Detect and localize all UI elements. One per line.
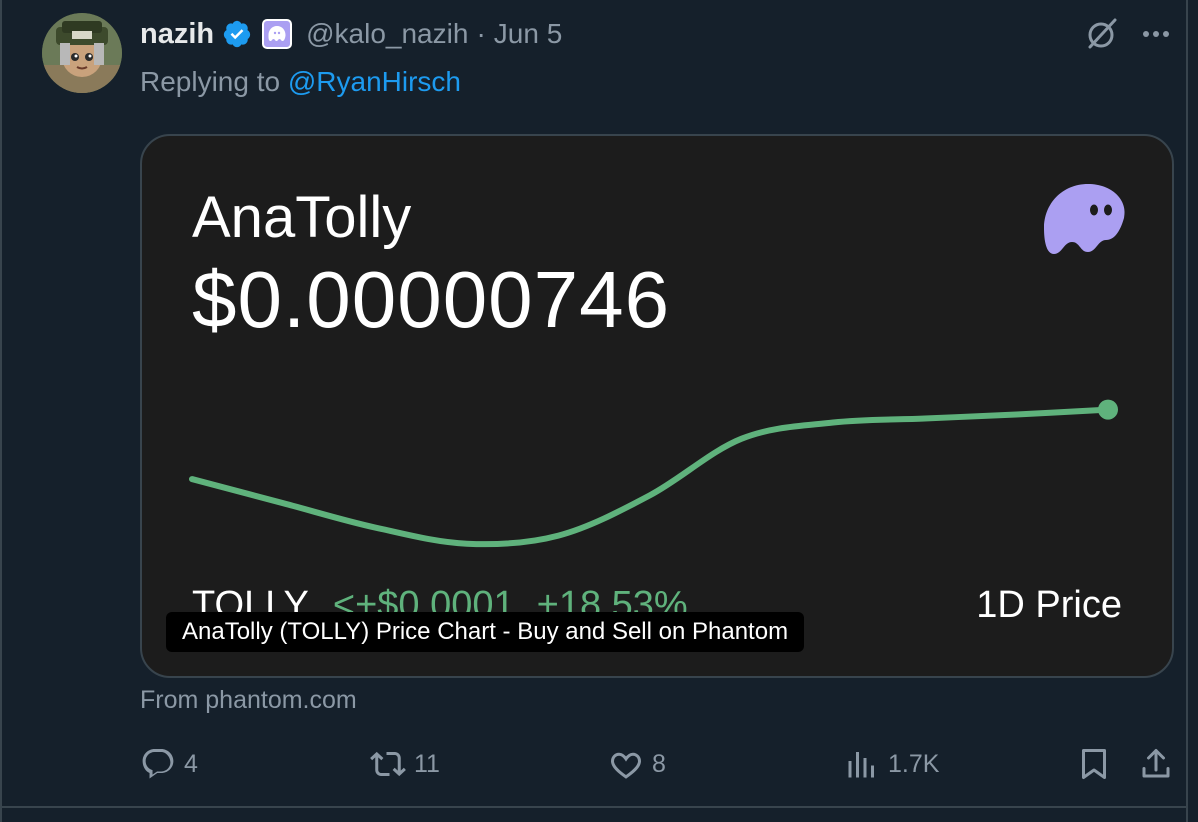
views-button[interactable]: 1.7K xyxy=(844,742,939,786)
avatar[interactable] xyxy=(42,13,122,93)
tweet[interactable]: nazih @kalo_nazih · Jun 5 Replying to @R… xyxy=(0,0,1198,822)
phantom-ghost-glyph xyxy=(268,26,286,41)
card-source[interactable]: From phantom.com xyxy=(140,686,357,715)
view-count: 1.7K xyxy=(888,749,940,778)
bookmark-button[interactable] xyxy=(1076,742,1112,786)
like-button[interactable]: 8 xyxy=(608,742,666,786)
reply-count: 4 xyxy=(184,749,198,778)
share-icon xyxy=(1142,749,1170,778)
post-date[interactable]: Jun 5 xyxy=(494,18,563,50)
grok-icon[interactable] xyxy=(1084,16,1120,52)
bookmark-icon xyxy=(1082,749,1106,779)
replying-to-link[interactable]: @RyanHirsch xyxy=(288,66,461,97)
tweet-header: nazih @kalo_nazih · Jun 5 xyxy=(140,14,562,54)
reply-icon xyxy=(142,749,174,779)
replying-prefix: Replying to xyxy=(140,66,288,97)
repost-count: 11 xyxy=(414,749,440,778)
like-count: 8 xyxy=(652,749,666,778)
views-icon xyxy=(848,752,874,778)
timeline-divider-right xyxy=(1186,0,1188,822)
timeline-divider-left xyxy=(0,0,2,822)
repost-icon xyxy=(370,751,406,777)
avatar-image xyxy=(42,13,122,93)
more-dot xyxy=(1143,31,1149,37)
header-separator: · xyxy=(476,18,486,49)
chart-period: 1D Price xyxy=(976,583,1122,626)
verified-badge-icon xyxy=(223,20,251,48)
card-caption[interactable]: AnaTolly (TOLLY) Price Chart - Buy and S… xyxy=(166,612,805,652)
repost-button[interactable]: 11 xyxy=(370,742,440,786)
link-preview-card[interactable]: AnaTolly $0.00000746 TOLLY <+$0.0001 +18… xyxy=(140,134,1174,678)
reply-button[interactable]: 4 xyxy=(140,742,198,786)
phantom-ghost-icon[interactable] xyxy=(262,19,293,49)
price-endpoint-marker xyxy=(1098,399,1118,420)
price-line xyxy=(189,406,1111,548)
more-dot xyxy=(1163,31,1169,37)
more-dot xyxy=(1153,31,1159,37)
author-name[interactable]: nazih xyxy=(140,18,214,51)
heart-icon xyxy=(610,752,642,779)
action-bar: 4 11 8 1.7K xyxy=(140,742,1180,786)
replying-to: Replying to @RyanHirsch xyxy=(140,66,461,98)
author-handle[interactable]: @kalo_nazih xyxy=(306,18,468,50)
more-icon[interactable] xyxy=(1138,18,1174,50)
share-button[interactable] xyxy=(1138,742,1174,786)
tweet-divider xyxy=(0,806,1186,808)
